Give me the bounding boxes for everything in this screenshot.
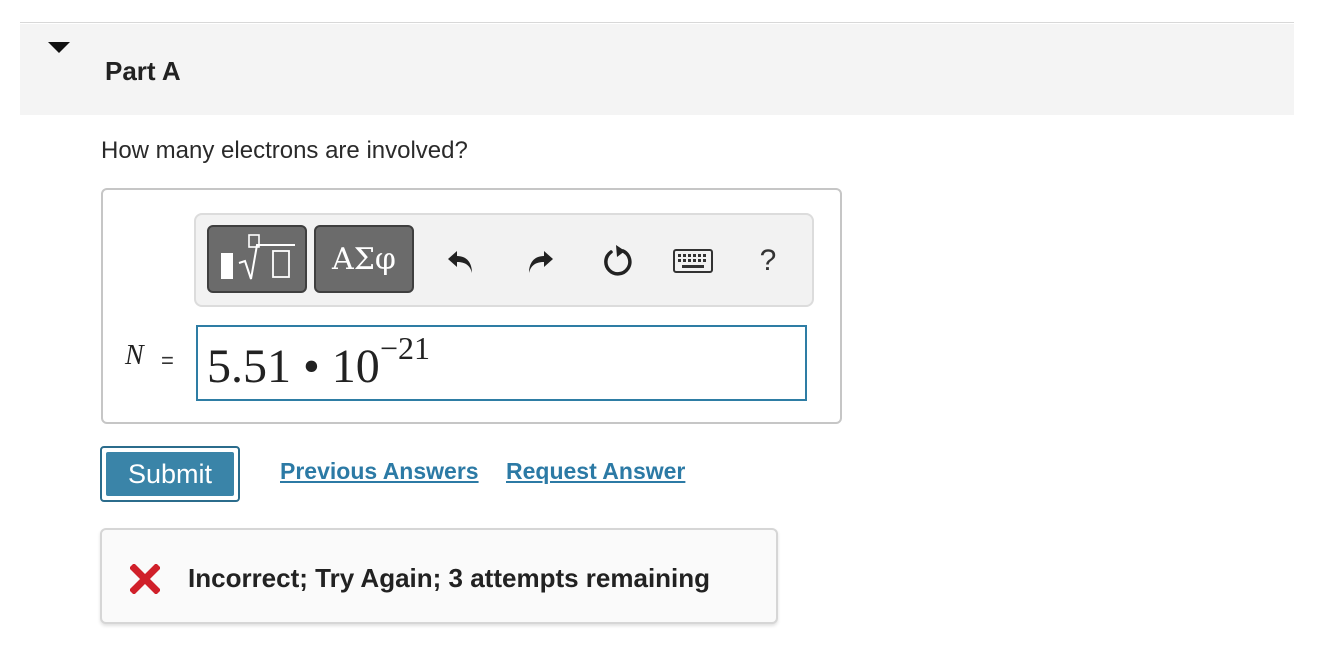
request-answer-link[interactable]: Request Answer xyxy=(506,458,685,485)
keyboard-button[interactable] xyxy=(670,241,716,281)
red-x-icon xyxy=(130,564,160,594)
answer-container: ΑΣφ ? N = 5.51 • 10 −21 xyxy=(101,188,842,424)
part-header[interactable] xyxy=(20,24,1294,115)
feedback-text: Incorrect; Try Again; 3 attempts remaini… xyxy=(188,563,711,593)
templates-button[interactable] xyxy=(207,225,307,293)
equals-sign: = xyxy=(161,348,174,373)
fraction-radical-template-icon xyxy=(221,234,295,280)
redo-button[interactable] xyxy=(520,241,560,281)
collapse-caret-icon[interactable] xyxy=(48,42,70,53)
help-button[interactable]: ? xyxy=(748,241,788,281)
math-toolbar: ΑΣφ ? xyxy=(194,213,814,307)
reset-button[interactable] xyxy=(598,241,638,281)
variable-label: N xyxy=(125,340,144,371)
answer-input[interactable]: 5.51 • 10 −21 xyxy=(196,325,807,401)
top-divider xyxy=(20,22,1294,23)
answer-mantissa: 5.51 • 10 xyxy=(207,340,380,393)
submit-focus-ring: Submit xyxy=(100,446,240,502)
redo-icon xyxy=(529,251,553,273)
greek-symbols-button[interactable]: ΑΣφ xyxy=(314,225,414,293)
previous-answers-link[interactable]: Previous Answers xyxy=(280,458,479,485)
part-title: Part A xyxy=(105,56,181,86)
keyboard-icon xyxy=(673,249,713,273)
submit-button[interactable]: Submit xyxy=(106,452,234,496)
reset-icon xyxy=(604,245,632,276)
answer-exponent: −21 xyxy=(380,330,431,366)
undo-button[interactable] xyxy=(441,241,481,281)
feedback-box: Incorrect; Try Again; 3 attempts remaini… xyxy=(100,528,778,624)
undo-icon xyxy=(448,251,472,273)
question-text: How many electrons are involved? xyxy=(101,137,468,164)
